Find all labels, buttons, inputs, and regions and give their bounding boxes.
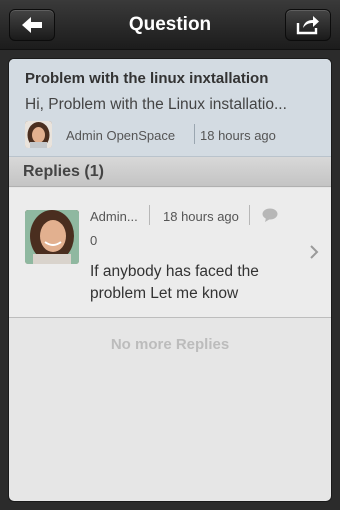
page-title: Question: [128, 14, 212, 35]
question-title: Problem with the linux inxtallation: [25, 70, 269, 87]
content-panel: Problem with the linux inxtallation Hi, …: [8, 58, 332, 502]
replies-header: Replies (1): [9, 157, 331, 187]
reply-time: 18 hours ago: [163, 209, 239, 224]
share-button[interactable]: [285, 9, 331, 41]
comment-icon[interactable]: [262, 208, 278, 222]
avatar: [25, 210, 79, 264]
question-time: 18 hours ago: [200, 128, 276, 143]
meta-divider: [149, 205, 150, 225]
chevron-right-icon: [310, 245, 319, 259]
comment-count: 0: [90, 233, 98, 248]
reply-text: If anybody has faced the problem Let me …: [90, 263, 259, 302]
question-author[interactable]: Admin OpenSpace: [66, 128, 175, 143]
meta-divider: [194, 124, 195, 144]
list-item[interactable]: Admin... 18 hours ago 0 If anybody has f…: [9, 188, 331, 318]
back-button[interactable]: [9, 9, 55, 41]
navigation-bar: Question: [0, 0, 340, 50]
share-icon: [296, 16, 319, 35]
question-card[interactable]: Problem with the linux inxtallation Hi, …: [9, 59, 331, 157]
question-meta: Admin OpenSpace 18 hours ago: [25, 121, 321, 149]
question-body: Hi, Problem with the Linux installatio..…: [25, 96, 287, 113]
meta-divider: [249, 205, 250, 225]
avatar: [25, 121, 52, 148]
no-more-replies: No more Replies: [110, 336, 230, 353]
reply-author[interactable]: Admin...: [90, 209, 138, 224]
replies-heading: Replies (1): [23, 163, 104, 180]
back-arrow-icon: [22, 17, 42, 33]
